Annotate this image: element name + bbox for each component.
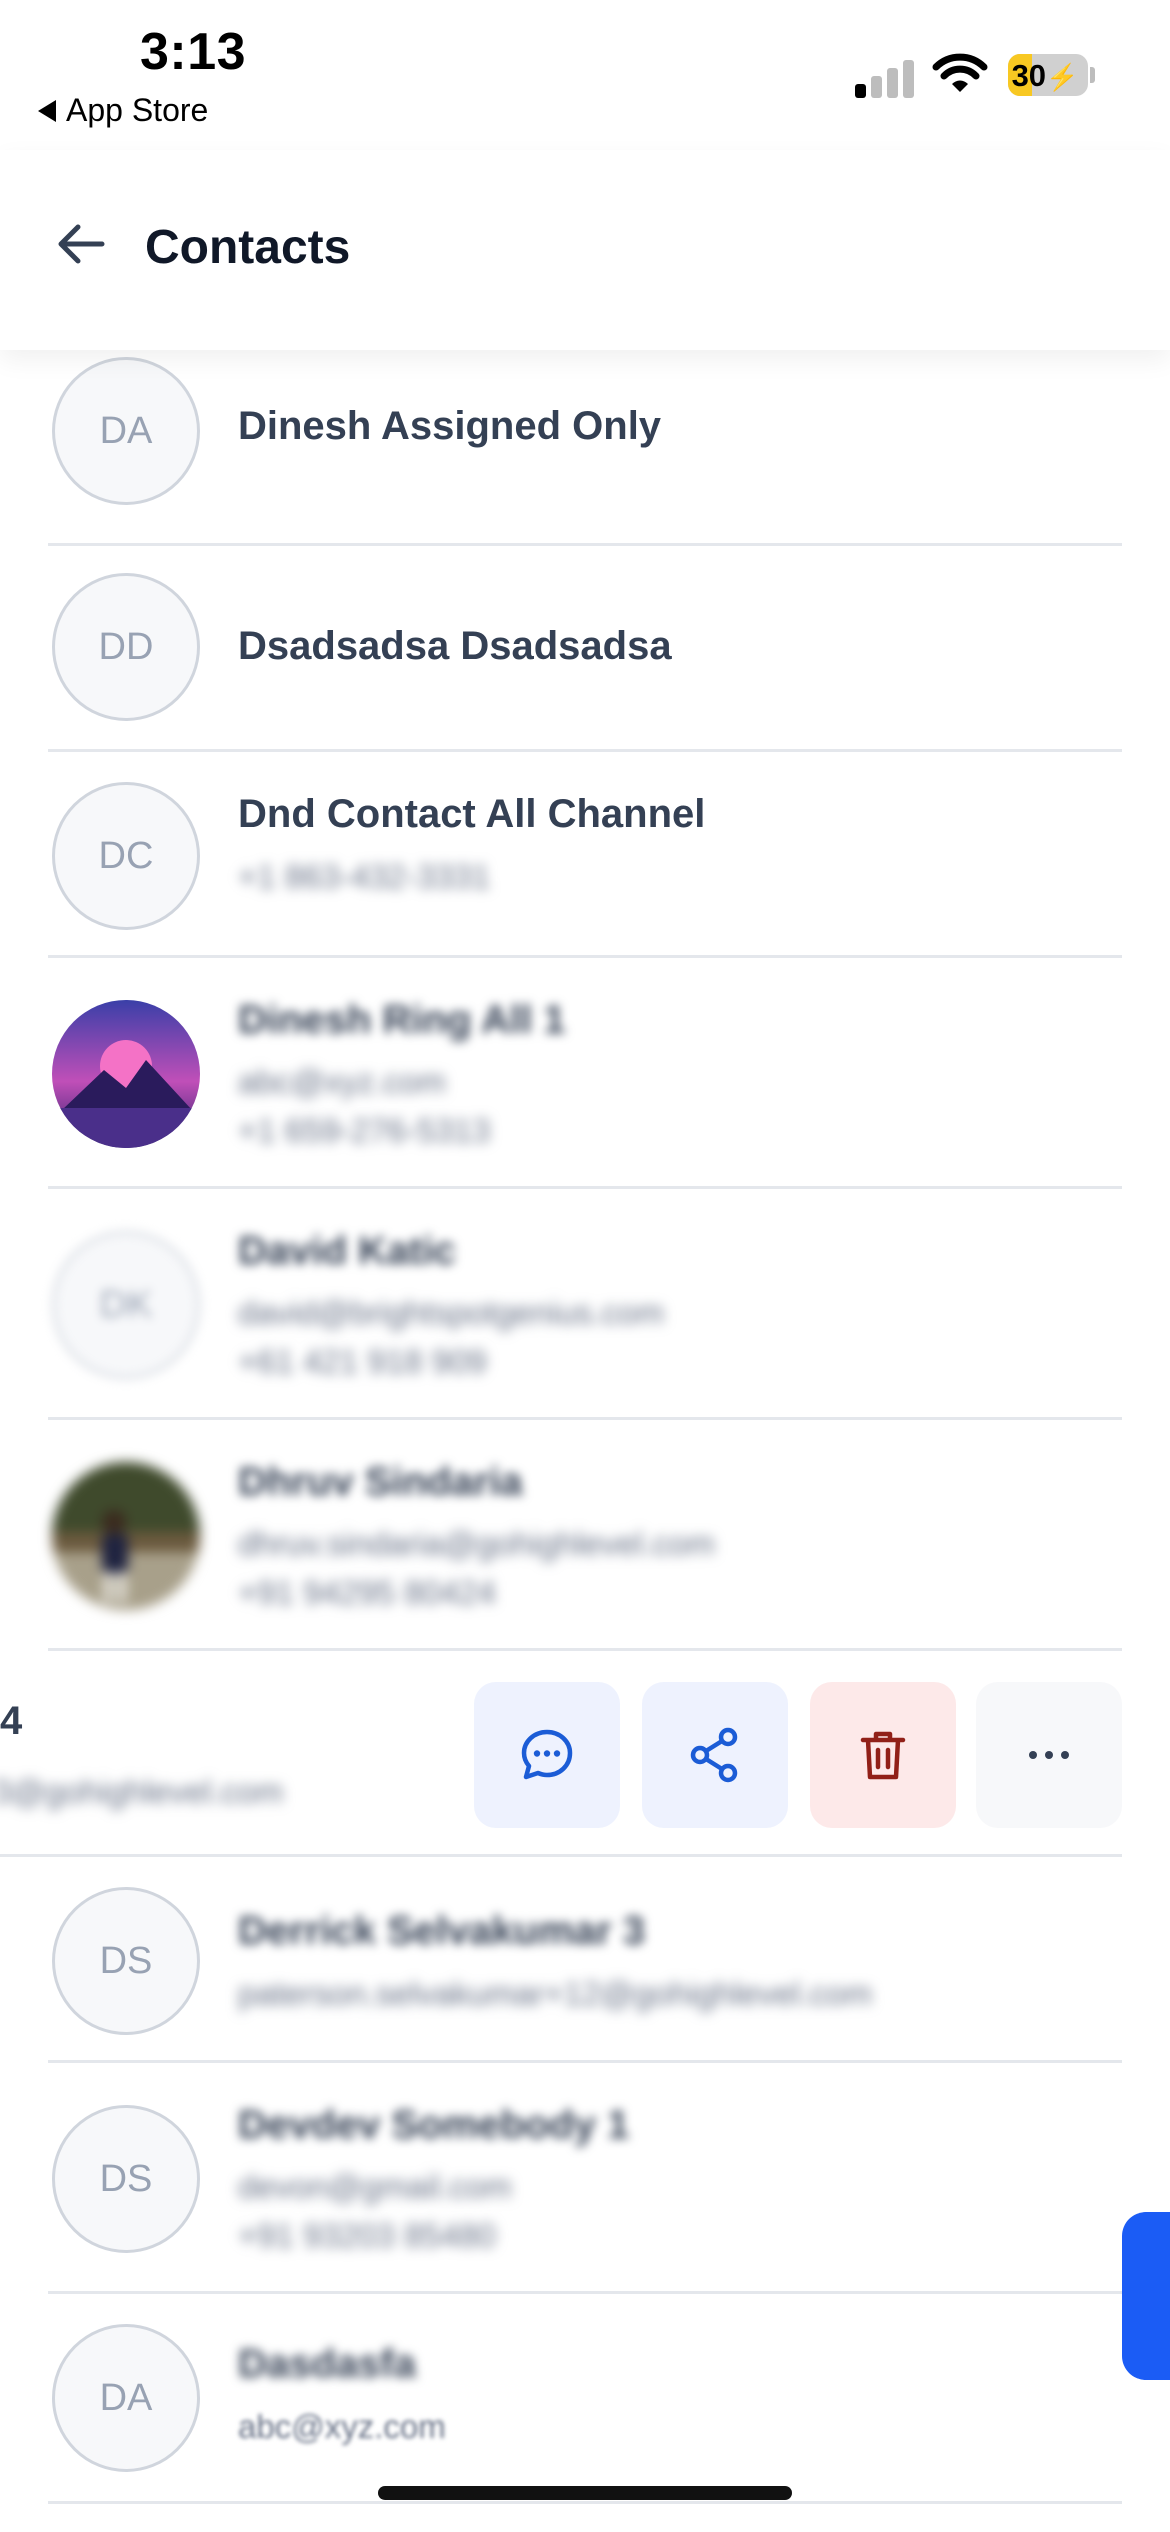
contact-email: david@brightspotgenius.com xyxy=(238,1294,665,1331)
delete-button[interactable] xyxy=(810,1682,956,1828)
more-icon xyxy=(1029,1751,1069,1759)
avatar-image xyxy=(52,1462,200,1610)
battery-nub xyxy=(1090,67,1095,83)
contact-phone: +91 93203 85480 xyxy=(238,2217,496,2254)
contact-name: Dsadsadsa Dsadsadsa xyxy=(238,624,672,668)
avatar-image xyxy=(52,1000,200,1148)
contact-name: David Katic xyxy=(238,1229,456,1273)
share-icon xyxy=(690,1727,738,1783)
status-bar: 3:13 App Store 30⚡ xyxy=(0,0,1170,150)
status-time: 3:13 xyxy=(140,23,247,81)
contact-row[interactable]: DA Dinesh Assigned Only xyxy=(48,340,1122,546)
contact-name: Dinesh Assigned Only xyxy=(238,404,662,448)
contact-phone: +1 863-432-3331 xyxy=(238,858,491,895)
back-triangle-icon xyxy=(38,99,56,122)
cellular-signal-icon xyxy=(855,58,915,98)
contact-name: Dnd Contact All Channel xyxy=(238,792,706,836)
swiped-contact-row[interactable]: 4 r3@gohighlevel.com xyxy=(0,1651,1122,1857)
contact-phone: +61 421 918 909 xyxy=(238,1343,487,1380)
wifi-icon xyxy=(932,53,988,92)
contact-row[interactable]: Dinesh Ring All 1 abc@xyz.com +1 659-276… xyxy=(48,958,1122,1189)
contact-row[interactable]: DS Devdev Somebody 1 devon@gmail.com +91… xyxy=(48,2063,1122,2294)
avatar: DK xyxy=(52,1231,200,1379)
avatar: DS xyxy=(52,2105,200,2253)
more-button[interactable] xyxy=(976,1682,1122,1828)
contact-row[interactable]: DC Dnd Contact All Channel +1 863-432-33… xyxy=(48,752,1122,958)
message-button[interactable] xyxy=(474,1682,620,1828)
contact-name: Dhruv Sindaria xyxy=(238,1460,523,1504)
back-to-app-store[interactable]: App Store xyxy=(38,92,208,129)
page-title: Contacts xyxy=(145,221,351,274)
battery-icon: 30⚡ xyxy=(1008,54,1088,96)
contact-phone: +91 94295 80424 xyxy=(238,1574,496,1611)
contact-row[interactable]: DA Dasdasfa abc@xyz.com xyxy=(48,2294,1122,2504)
contact-name: Dinesh Ring All 1 xyxy=(238,998,566,1042)
contact-phone: +1 659-276-5313 xyxy=(238,1112,491,1149)
back-arrow-icon[interactable] xyxy=(52,214,112,274)
trash-icon xyxy=(860,1731,906,1780)
mountain-sunset-image xyxy=(52,1000,200,1148)
floating-action-button[interactable] xyxy=(1122,2212,1170,2380)
contact-row[interactable]: DD Dsadsadsa Dsadsadsa xyxy=(48,546,1122,752)
contact-name: Devdev Somebody 1 xyxy=(238,2103,630,2147)
contact-name: Dasdasfa xyxy=(238,2342,416,2386)
message-icon xyxy=(521,1729,573,1780)
avatar: DA xyxy=(52,357,200,505)
avatar: DD xyxy=(52,573,200,721)
app-header: Contacts xyxy=(0,150,1170,350)
contact-row[interactable]: DS Derrick Selvakumar 3 paterson.selvaku… xyxy=(48,1857,1122,2063)
share-button[interactable] xyxy=(642,1682,788,1828)
contact-email: devon@gmail.com xyxy=(238,2168,512,2205)
avatar: DS xyxy=(52,1887,200,2035)
battery-level: 30 xyxy=(1011,58,1047,93)
avatar: DC xyxy=(52,782,200,930)
contact-row[interactable]: DK David Katic david@brightspotgenius.co… xyxy=(48,1189,1122,1420)
home-indicator xyxy=(378,2486,792,2500)
contact-name-partial: 4 xyxy=(0,1699,23,1743)
avatar: DA xyxy=(52,2324,200,2472)
contact-row[interactable]: Dhruv Sindaria dhruv.sindaria@gohighleve… xyxy=(48,1420,1122,1651)
person-photo-image xyxy=(52,1462,200,1610)
back-app-label: App Store xyxy=(66,92,209,128)
contact-email: abc@xyz.com xyxy=(238,1063,446,1100)
contact-email-partial: r3@gohighlevel.com xyxy=(0,1773,284,1810)
contact-email: abc@xyz.com xyxy=(238,2408,446,2445)
contact-email: dhruv.sindaria@gohighlevel.com xyxy=(238,1525,715,1562)
contact-name: Derrick Selvakumar 3 xyxy=(238,1909,645,1953)
contact-email: paterson.selvakumar+12@gohighlevel.com xyxy=(238,1975,873,2012)
